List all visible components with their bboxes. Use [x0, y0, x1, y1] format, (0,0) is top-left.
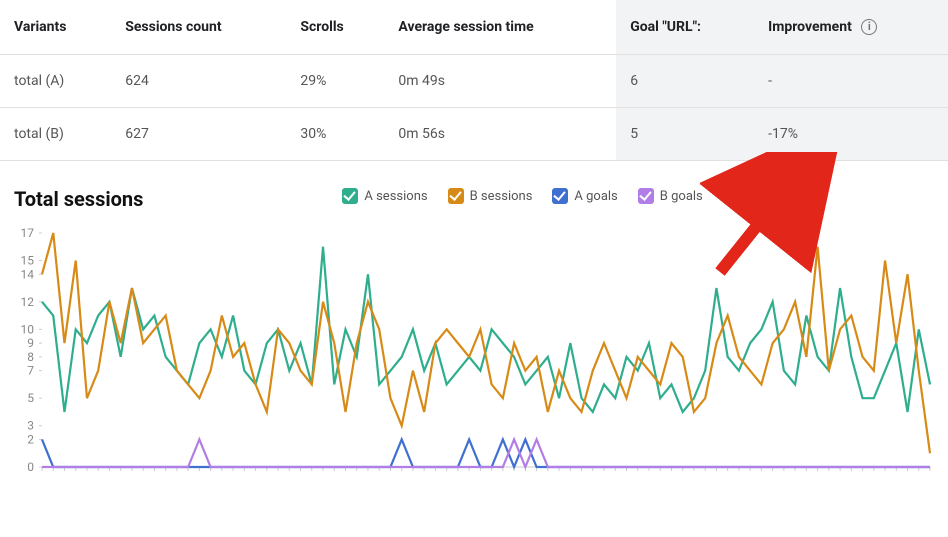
cell-avg-time: 0m 49s — [384, 55, 616, 108]
col-variants: Variants — [0, 0, 111, 55]
cell-variant: total (B) — [0, 108, 111, 161]
checkbox-icon — [342, 188, 358, 204]
svg-text:15: 15 — [21, 254, 35, 268]
svg-text:8: 8 — [27, 350, 34, 364]
variants-table: Variants Sessions count Scrolls Average … — [0, 0, 948, 161]
col-sessions: Sessions count — [111, 0, 286, 55]
cell-goal: 6 — [616, 55, 754, 108]
svg-text:9: 9 — [27, 336, 34, 350]
total-sessions-chart[interactable]: 0 23 5 78910 12 1415 17 — [14, 227, 934, 477]
legend-item-b-goals[interactable]: B goals — [638, 188, 703, 204]
col-improvement-label: Improvement — [768, 19, 852, 35]
cell-variant: total (A) — [0, 55, 111, 108]
cell-improvement: - — [754, 55, 948, 108]
svg-text:0: 0 — [27, 460, 34, 474]
legend-item-a-sessions[interactable]: A sessions — [342, 188, 427, 204]
legend-label: A sessions — [364, 189, 427, 204]
legend-label: A goals — [574, 189, 617, 204]
legend-item-b-sessions[interactable]: B sessions — [448, 188, 533, 204]
cell-sessions: 624 — [111, 55, 286, 108]
cell-goal: 5 — [616, 108, 754, 161]
svg-text:7: 7 — [27, 364, 34, 378]
cell-scrolls: 30% — [286, 108, 384, 161]
chart-title: Total sessions — [14, 187, 143, 211]
svg-text:5: 5 — [27, 391, 34, 405]
cell-avg-time: 0m 56s — [384, 108, 616, 161]
checkbox-icon — [552, 188, 568, 204]
svg-text:3: 3 — [27, 419, 34, 433]
legend-label: B goals — [660, 189, 703, 204]
legend-item-a-goals[interactable]: A goals — [552, 188, 617, 204]
svg-text:14: 14 — [21, 267, 35, 281]
cell-improvement: -17% — [754, 108, 948, 161]
chart-legend: A sessions B sessions A goals B goals — [342, 188, 702, 204]
table-header-row: Variants Sessions count Scrolls Average … — [0, 0, 948, 55]
cell-scrolls: 29% — [286, 55, 384, 108]
info-icon[interactable]: i — [861, 19, 877, 35]
col-avg-time: Average session time — [384, 0, 616, 55]
svg-text:2: 2 — [27, 433, 34, 447]
svg-text:12: 12 — [21, 295, 35, 309]
legend-label: B sessions — [470, 189, 533, 204]
checkbox-icon — [638, 188, 654, 204]
cell-sessions: 627 — [111, 108, 286, 161]
svg-text:17: 17 — [21, 227, 35, 240]
checkbox-icon — [448, 188, 464, 204]
svg-text:10: 10 — [21, 323, 35, 337]
col-improvement: Improvement i — [754, 0, 948, 55]
col-scrolls: Scrolls — [286, 0, 384, 55]
table-row: total (B) 627 30% 0m 56s 5 -17% — [0, 108, 948, 161]
table-row: total (A) 624 29% 0m 49s 6 - — [0, 55, 948, 108]
col-goal: Goal "URL": — [616, 0, 754, 55]
